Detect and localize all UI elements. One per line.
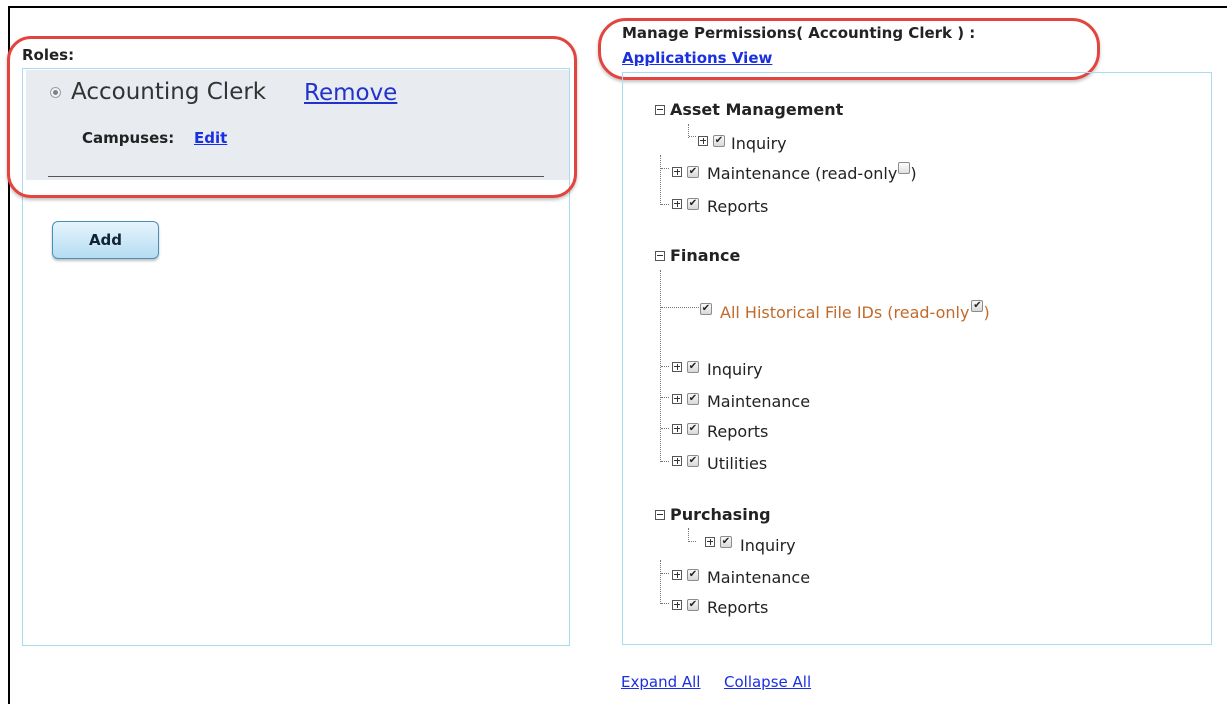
tree-item-purchasing-maintenance[interactable]: ✔ Maintenance [672,565,811,587]
tree-connector [660,560,661,604]
collapse-icon[interactable] [655,250,665,261]
category-label: Asset Management [670,100,844,119]
expand-icon[interactable] [672,361,682,372]
tree-connector [661,366,669,367]
item-label: Maintenance [707,568,811,587]
checkbox-checked-icon[interactable]: ✔ [687,165,699,178]
tree-connector [660,155,661,205]
tree-connector [661,603,669,604]
tree-connector [661,428,669,429]
item-label: Reports [707,598,769,617]
add-role-button[interactable]: Add [52,221,159,259]
tree-connector [661,204,669,205]
tree-connector [661,397,669,398]
item-label: Inquiry [740,536,796,555]
highlight-oval-permissions [598,18,1100,80]
item-label-special-close: ) [983,303,990,322]
item-label: Reports [707,422,769,441]
collapse-all-link[interactable]: Collapse All [724,673,811,691]
tree-item-asset-inquiry[interactable]: ✔ Inquiry [698,131,787,153]
item-label: Reports [707,197,769,216]
checkbox-checked-icon[interactable]: ✔ [687,422,699,435]
tree-item-purchasing-reports[interactable]: ✔ Reports [672,595,769,617]
tree-item-finance-utilities[interactable]: ✔ Utilities [672,451,768,473]
expand-icon[interactable] [672,599,682,610]
tree-category-asset-management[interactable]: Asset Management [655,100,843,119]
tree-connector [661,573,669,574]
item-label: Maintenance (read-only [707,164,898,183]
checkbox-checked-icon[interactable]: ✔ [687,598,699,611]
checkbox-checked-icon[interactable]: ✔ [687,392,699,405]
checkbox-checked-icon[interactable]: ✔ [687,197,699,210]
expand-icon[interactable] [698,135,708,146]
read-only-checkbox-checked-icon[interactable]: ✔ [971,299,984,312]
category-label: Finance [670,246,741,265]
item-label: Maintenance [707,392,811,411]
tree-item-asset-maintenance[interactable]: ✔ Maintenance (read-only ) [672,161,917,183]
tree-connector [661,461,669,462]
collapse-icon[interactable] [655,104,665,115]
tree-item-finance-all-historical[interactable]: ✔ All Historical File IDs (read-only ✔ ) [700,299,990,322]
checkbox-checked-icon[interactable]: ✔ [687,360,699,373]
tree-item-asset-reports[interactable]: ✔ Reports [672,194,769,216]
tree-category-purchasing[interactable]: Purchasing [655,505,771,524]
collapse-icon[interactable] [655,509,665,520]
item-label-special: All Historical File IDs (read-only [720,303,970,322]
tree-item-finance-inquiry[interactable]: ✔ Inquiry [672,357,763,379]
tree-connector [688,528,689,542]
category-label: Purchasing [670,505,771,524]
expand-icon[interactable] [672,198,682,209]
checkbox-checked-icon[interactable]: ✔ [720,535,732,548]
tree-connector [689,541,696,542]
expand-all-link[interactable]: Expand All [621,673,700,691]
highlight-oval-roles [7,36,577,198]
tree-connector [661,307,701,308]
tree-item-finance-reports[interactable]: ✔ Reports [672,419,769,441]
expand-icon[interactable] [672,166,682,177]
checkbox-checked-icon[interactable]: ✔ [687,454,699,467]
tree-item-finance-maintenance[interactable]: ✔ Maintenance [672,389,811,411]
tree-category-finance[interactable]: Finance [655,246,740,265]
checkbox-checked-icon[interactable]: ✔ [700,302,712,315]
tree-connector [661,168,669,169]
item-label: Utilities [707,454,768,473]
expand-icon[interactable] [672,569,682,580]
expand-icon[interactable] [672,423,682,434]
item-label: Inquiry [707,360,763,379]
expand-icon[interactable] [705,536,715,547]
tree-item-purchasing-inquiry[interactable]: ✔ Inquiry [705,532,796,555]
item-label: Inquiry [731,134,787,153]
expand-icon[interactable] [672,393,682,404]
item-label-close: ) [910,164,917,183]
checkbox-checked-icon[interactable]: ✔ [713,134,725,147]
read-only-checkbox-unchecked-icon[interactable] [898,161,911,174]
expand-icon[interactable] [672,455,682,466]
checkbox-checked-icon[interactable]: ✔ [687,568,699,581]
tree-connector [689,136,696,137]
